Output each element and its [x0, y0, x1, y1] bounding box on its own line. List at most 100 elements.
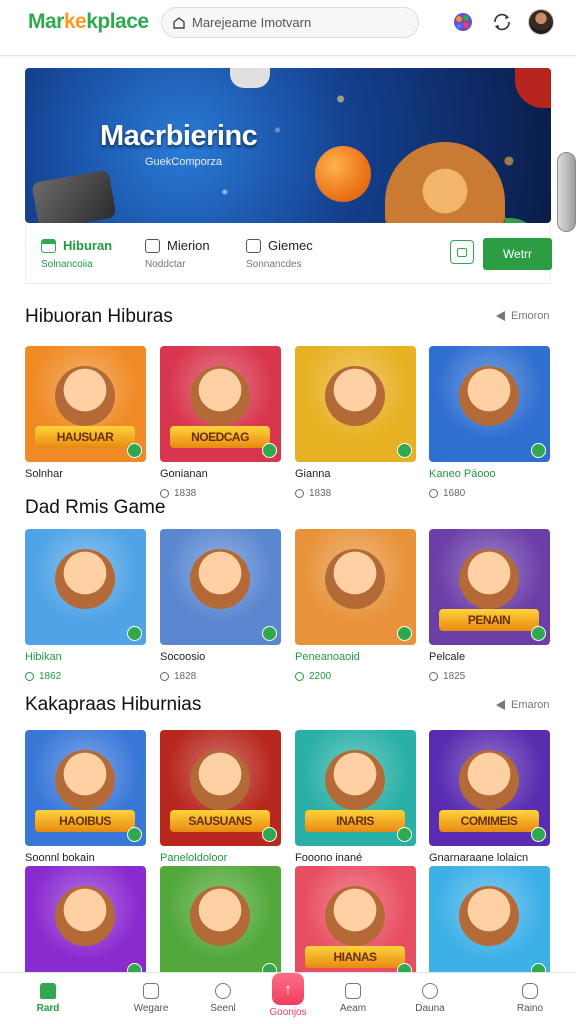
game-thumbnail[interactable] — [429, 346, 550, 462]
game-meta-value: 1828 — [174, 671, 197, 682]
see-more-link[interactable]: Emaron — [496, 699, 550, 711]
game-card[interactable]: COMIMEISGnarnaraane lolaicn1865 — [429, 730, 550, 883]
app-logo[interactable]: Markekplace — [28, 10, 149, 34]
edit-badge-icon[interactable] — [397, 827, 412, 842]
nav-aeam[interactable]: Aeam — [323, 977, 383, 1014]
game-meta: 2200 — [295, 671, 416, 682]
game-card[interactable]: Kaneo Pāooo 1680 — [429, 346, 550, 499]
scroll-handle[interactable] — [557, 152, 576, 232]
game-card[interactable]: Hibikan 1862 — [25, 529, 146, 682]
edit-badge-icon[interactable] — [127, 827, 142, 842]
section-title: Hibuoran Hiburas — [25, 306, 173, 327]
tab-giemec[interactable]: Giemec Sonnancdes — [246, 238, 313, 270]
game-thumbnail[interactable] — [160, 529, 281, 645]
square-icon — [457, 247, 467, 257]
arrow-icon — [496, 700, 505, 710]
game-title: Fooono inané — [295, 852, 363, 864]
game-thumbnail[interactable]: SAUSUANS — [160, 730, 281, 846]
profile-icon — [522, 983, 538, 999]
nav-dauna[interactable]: Dauna — [400, 977, 460, 1014]
character-illustration — [325, 366, 385, 426]
tab-hiburan[interactable]: Hiburan Solnancoiia — [41, 238, 112, 270]
game-thumbnail[interactable] — [160, 866, 281, 982]
edit-badge-icon[interactable] — [262, 626, 277, 641]
edit-badge-icon[interactable] — [262, 827, 277, 842]
game-thumbnail[interactable]: COMIMEIS — [429, 730, 550, 846]
game-title: Hibikan — [25, 651, 62, 663]
bottom-navigation: Rard Wegare Seenl ↑ Goonjos Aeam Dauna Ra… — [0, 972, 576, 1024]
game-logo-plate: INARIS — [305, 810, 405, 832]
game-card[interactable]: HAUSUAR Solnhar — [25, 346, 146, 480]
category-action-button[interactable]: Wetrr — [483, 238, 552, 270]
game-thumbnail[interactable]: HAOIBUS — [25, 730, 146, 846]
tab-icon — [145, 238, 160, 253]
game-card[interactable]: Peneanoaoid 2200 — [295, 529, 416, 682]
edit-badge-icon[interactable] — [397, 443, 412, 458]
nav-search[interactable]: Seenl — [193, 977, 253, 1014]
bell-icon — [422, 983, 438, 999]
game-card[interactable]: HAOIBUSSoonnl bokain1838 — [25, 730, 146, 883]
game-thumbnail[interactable]: INARIS — [295, 730, 416, 846]
game-meta-value: 1862 — [39, 671, 62, 682]
game-logo-plate: HIANAS — [305, 946, 405, 968]
game-logo-plate: NOEDCAG — [170, 426, 270, 448]
game-thumbnail[interactable]: HIANAS — [295, 866, 416, 982]
see-more-link[interactable]: Emoron — [496, 310, 550, 322]
edit-badge-icon[interactable] — [127, 626, 142, 641]
game-thumbnail[interactable]: PENAIN — [429, 529, 550, 645]
tab-label: Hiburan — [63, 238, 113, 253]
game-thumbnail[interactable]: NOEDCAG — [160, 346, 281, 462]
nav-label: Rard — [36, 1003, 60, 1014]
game-thumbnail[interactable]: HAUSUAR — [25, 346, 146, 462]
layout-toggle-button[interactable] — [450, 240, 474, 264]
game-card[interactable]: NOEDCAG Gonianan 1838 — [160, 346, 281, 499]
edit-badge-icon[interactable] — [397, 626, 412, 641]
nav-raino[interactable]: Raino — [500, 977, 560, 1014]
game-card[interactable]: Gianna 1838 — [295, 346, 416, 499]
game-card[interactable]: SAUSUANSPaneloldoloor1625 — [160, 730, 281, 883]
edit-badge-icon[interactable] — [531, 827, 546, 842]
game-thumbnail[interactable] — [25, 529, 146, 645]
character-illustration — [459, 886, 519, 946]
game-thumbnail[interactable] — [429, 866, 550, 982]
nav-label: Seenl — [210, 1003, 236, 1014]
tab-icon — [41, 238, 56, 253]
nav-center-action[interactable]: ↑ Goonjos — [258, 973, 318, 1018]
game-card[interactable]: INARISFooono inané1830 — [295, 730, 416, 883]
game-meta-value: 1825 — [443, 671, 466, 682]
character-illustration — [459, 750, 519, 810]
game-thumbnail[interactable] — [25, 866, 146, 982]
edit-badge-icon[interactable] — [127, 443, 142, 458]
tab-mierion[interactable]: Mierion Noddctar — [145, 238, 210, 270]
refresh-icon[interactable] — [489, 9, 515, 35]
game-card[interactable]: PENAIN Pelcale 1825 — [429, 529, 550, 682]
banner-decoration — [230, 68, 270, 88]
game-thumbnail[interactable] — [295, 529, 416, 645]
edit-badge-icon[interactable] — [531, 626, 546, 641]
game-meta-value: 2200 — [309, 671, 332, 682]
nav-home[interactable]: Rard — [18, 977, 78, 1014]
game-meta-value: 1838 — [174, 488, 197, 499]
tab-label: Giemec — [268, 238, 313, 253]
nav-wegare[interactable]: Wegare — [121, 977, 181, 1014]
search-input[interactable] — [192, 15, 412, 30]
hero-banner[interactable]: Macrbierinc GuekComporza — [25, 68, 551, 223]
game-title: Socoosio — [160, 651, 206, 663]
game-logo-plate: COMIMEIS — [439, 810, 539, 832]
palette-icon[interactable] — [450, 9, 476, 35]
game-title: Kaneo Pāooo — [429, 468, 496, 480]
game-meta-value: 1838 — [309, 488, 332, 499]
edit-badge-icon[interactable] — [262, 443, 277, 458]
game-logo-plate: HAUSUAR — [35, 426, 135, 448]
game-card[interactable]: Socoosio 1828 — [160, 529, 281, 682]
logo-part-2: ke — [63, 10, 87, 33]
search-bar[interactable] — [161, 7, 419, 38]
banner-subtitle: GuekComporza — [145, 156, 223, 168]
nav-label: Dauna — [415, 1003, 445, 1014]
user-avatar[interactable] — [528, 9, 554, 35]
edit-badge-icon[interactable] — [531, 443, 546, 458]
character-illustration — [55, 750, 115, 810]
logo-part-1: Mar — [28, 10, 64, 33]
character-illustration — [190, 366, 250, 426]
game-thumbnail[interactable] — [295, 346, 416, 462]
